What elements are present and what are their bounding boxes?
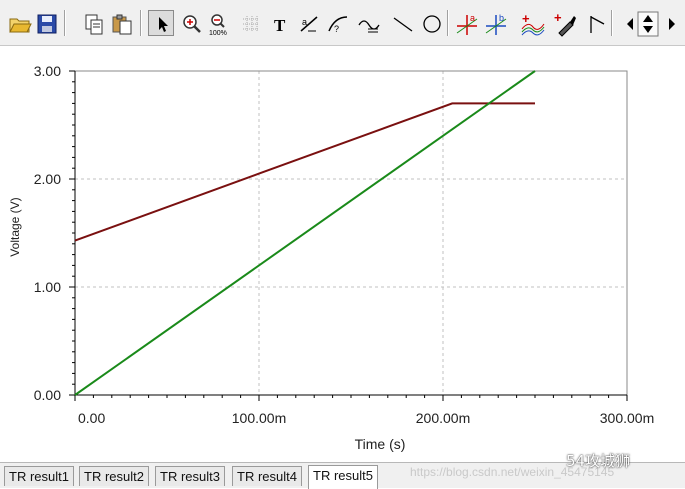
- series-line-2: [74, 70, 536, 396]
- x-tick-label: 200.00m: [416, 410, 470, 426]
- chart-series: [74, 70, 536, 396]
- x-tick-label: 0.00: [78, 410, 105, 426]
- chart-axes: [69, 70, 628, 401]
- y-tick-label: 3.00: [34, 63, 61, 79]
- chart-svg[interactable]: 0.00 1.00 2.00 3.00 0.00 100.00m 200.00m 300.00…: [0, 0, 685, 488]
- y-tick-label: 0.00: [34, 387, 61, 403]
- plot-frame: [74, 70, 628, 396]
- tab-tr-result3[interactable]: TR result3: [155, 466, 225, 486]
- y-tick-label: 2.00: [34, 171, 61, 187]
- chart-grid: [75, 70, 628, 395]
- x-axis-label: Time (s): [354, 436, 406, 452]
- tab-tr-result2[interactable]: TR result2: [79, 466, 149, 486]
- x-tick-label: 300.00m: [600, 410, 654, 426]
- chart-ticks: 0.00 1.00 2.00 3.00 0.00 100.00m 200.00m 300.00…: [34, 63, 654, 426]
- x-tick-label: 100.00m: [232, 410, 286, 426]
- tab-tr-result4[interactable]: TR result4: [232, 466, 302, 486]
- y-axis-label: Voltage (V): [8, 197, 22, 257]
- y-tick-label: 1.00: [34, 279, 61, 295]
- tab-tr-result5[interactable]: TR result5: [308, 465, 378, 489]
- series-line-1: [74, 102, 535, 242]
- watermark-brand: 54攻城狮: [566, 452, 631, 470]
- tab-tr-result1[interactable]: TR result1: [4, 466, 74, 486]
